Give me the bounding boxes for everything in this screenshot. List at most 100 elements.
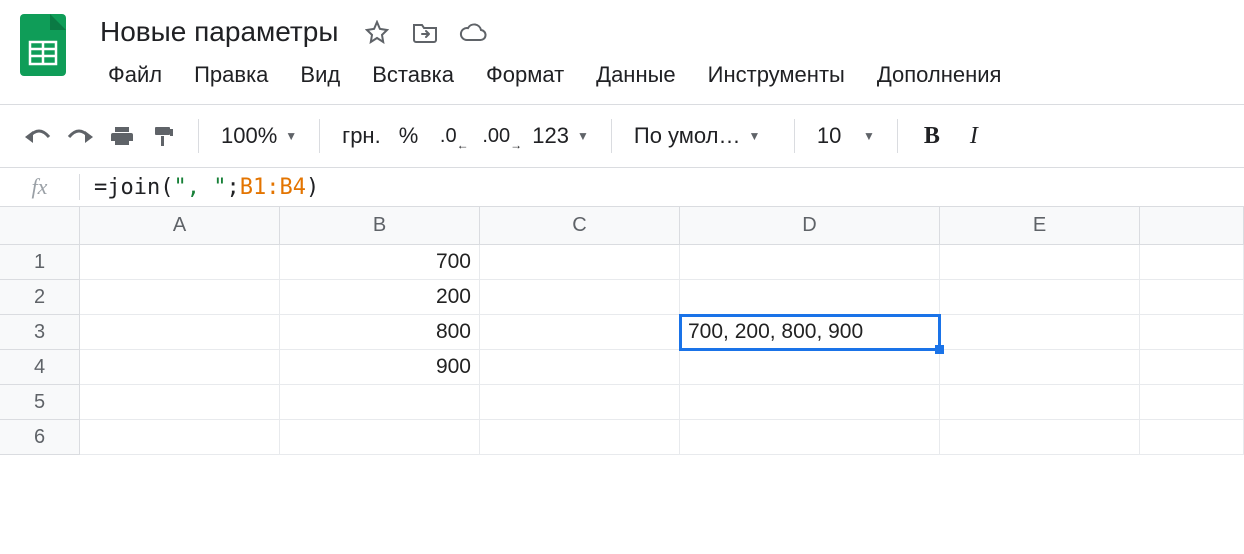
cell-E5[interactable] (940, 385, 1140, 420)
cell-D6[interactable] (680, 420, 940, 455)
cell-C5[interactable] (480, 385, 680, 420)
selection-handle[interactable] (935, 345, 944, 354)
font-size-dropdown[interactable]: 10 ▼ (811, 123, 881, 149)
percent-button[interactable]: % (393, 123, 425, 149)
cell-B2[interactable]: 200 (280, 280, 480, 315)
formula-input[interactable]: =join(", ";B1:B4) (80, 175, 1244, 200)
row-header-6[interactable]: 6 (0, 420, 80, 455)
cell-D3[interactable]: 700, 200, 800, 900 (680, 315, 940, 350)
sheets-logo[interactable] (16, 10, 70, 80)
cell-C1[interactable] (480, 245, 680, 280)
cell-F4[interactable] (1140, 350, 1244, 385)
cell-D2[interactable] (680, 280, 940, 315)
menu-format[interactable]: Формат (472, 56, 578, 94)
menu-view[interactable]: Вид (286, 56, 354, 94)
chevron-down-icon: ▼ (577, 129, 589, 143)
menu-file[interactable]: Файл (94, 56, 176, 94)
cell-F1[interactable] (1140, 245, 1244, 280)
cell-D4[interactable] (680, 350, 940, 385)
cell-F3[interactable] (1140, 315, 1244, 350)
cell-E4[interactable] (940, 350, 1140, 385)
font-family-dropdown[interactable]: По умол… ▼ (628, 123, 778, 149)
cell-F2[interactable] (1140, 280, 1244, 315)
formula-sep: ; (226, 175, 239, 200)
toolbar: 100% ▼ грн. % .0← .00→ 123 ▼ По умол… ▼ … (0, 105, 1244, 167)
menu-insert[interactable]: Вставка (358, 56, 468, 94)
col-header-E[interactable]: E (940, 207, 1140, 245)
row-header-2[interactable]: 2 (0, 280, 80, 315)
currency-button[interactable]: грн. (336, 123, 387, 149)
undo-button[interactable] (20, 115, 56, 157)
row-1: 1 700 (0, 245, 1244, 280)
cell-E1[interactable] (940, 245, 1140, 280)
cell-B5[interactable] (280, 385, 480, 420)
print-button[interactable] (104, 115, 140, 157)
row-3: 3 800 700, 200, 800, 900 (0, 315, 1244, 350)
col-header-D[interactable]: D (680, 207, 940, 245)
chevron-down-icon: ▼ (285, 129, 297, 143)
cell-C3[interactable] (480, 315, 680, 350)
row-header-4[interactable]: 4 (0, 350, 80, 385)
toolbar-separator (319, 119, 320, 153)
zoom-dropdown[interactable]: 100% ▼ (215, 123, 303, 149)
row-header-1[interactable]: 1 (0, 245, 80, 280)
col-header-C[interactable]: C (480, 207, 680, 245)
cell-E6[interactable] (940, 420, 1140, 455)
increase-decimal-button[interactable]: .00→ (472, 115, 520, 157)
cell-A2[interactable] (80, 280, 280, 315)
toolbar-separator (611, 119, 612, 153)
redo-button[interactable] (62, 115, 98, 157)
cloud-status-icon[interactable] (458, 17, 488, 47)
cell-A3[interactable] (80, 315, 280, 350)
formula-prefix: =join( (94, 175, 173, 200)
row-4: 4 900 (0, 350, 1244, 385)
number-format-dropdown[interactable]: 123 ▼ (526, 123, 595, 149)
menu-bar: Файл Правка Вид Вставка Формат Данные Ин… (94, 56, 1228, 104)
row-header-5[interactable]: 5 (0, 385, 80, 420)
chevron-down-icon: ▼ (863, 129, 875, 143)
cell-C2[interactable] (480, 280, 680, 315)
move-folder-icon[interactable] (410, 17, 440, 47)
row-6: 6 (0, 420, 1244, 455)
bold-button[interactable]: B (914, 115, 950, 157)
cell-A5[interactable] (80, 385, 280, 420)
menu-addons[interactable]: Дополнения (863, 56, 1016, 94)
cell-E3[interactable] (940, 315, 1140, 350)
cell-D5[interactable] (680, 385, 940, 420)
spreadsheet-grid: A B C D E 1 700 2 200 3 800 700, 200, 80… (0, 207, 1244, 455)
cell-B6[interactable] (280, 420, 480, 455)
formula-arg2: B1:B4 (240, 175, 306, 200)
fx-icon[interactable]: fx (0, 174, 80, 200)
cell-D1[interactable] (680, 245, 940, 280)
formula-bar: fx =join(", ";B1:B4) (0, 167, 1244, 207)
cell-A4[interactable] (80, 350, 280, 385)
menu-data[interactable]: Данные (582, 56, 689, 94)
menu-tools[interactable]: Инструменты (694, 56, 859, 94)
title-block: Новые параметры Файл Правка Вид (94, 10, 1228, 104)
col-header-B[interactable]: B (280, 207, 480, 245)
paint-format-button[interactable] (146, 115, 182, 157)
row-header-3[interactable]: 3 (0, 315, 80, 350)
number-format-label: 123 (532, 123, 569, 149)
cell-F6[interactable] (1140, 420, 1244, 455)
cell-B1[interactable]: 700 (280, 245, 480, 280)
cell-A1[interactable] (80, 245, 280, 280)
select-all-corner[interactable] (0, 207, 80, 245)
document-title[interactable]: Новые параметры (94, 14, 344, 50)
star-icon[interactable] (362, 17, 392, 47)
toolbar-separator (897, 119, 898, 153)
cell-C4[interactable] (480, 350, 680, 385)
menu-edit[interactable]: Правка (180, 56, 282, 94)
cell-B4[interactable]: 900 (280, 350, 480, 385)
italic-button[interactable]: I (956, 115, 992, 157)
col-header-A[interactable]: A (80, 207, 280, 245)
font-size-value: 10 (817, 123, 841, 149)
cell-E2[interactable] (940, 280, 1140, 315)
cell-C6[interactable] (480, 420, 680, 455)
col-header-F[interactable] (1140, 207, 1244, 245)
cell-F5[interactable] (1140, 385, 1244, 420)
cell-B3[interactable]: 800 (280, 315, 480, 350)
decrease-decimal-button[interactable]: .0← (430, 115, 466, 157)
cell-A6[interactable] (80, 420, 280, 455)
title-row: Новые параметры (94, 10, 1228, 56)
